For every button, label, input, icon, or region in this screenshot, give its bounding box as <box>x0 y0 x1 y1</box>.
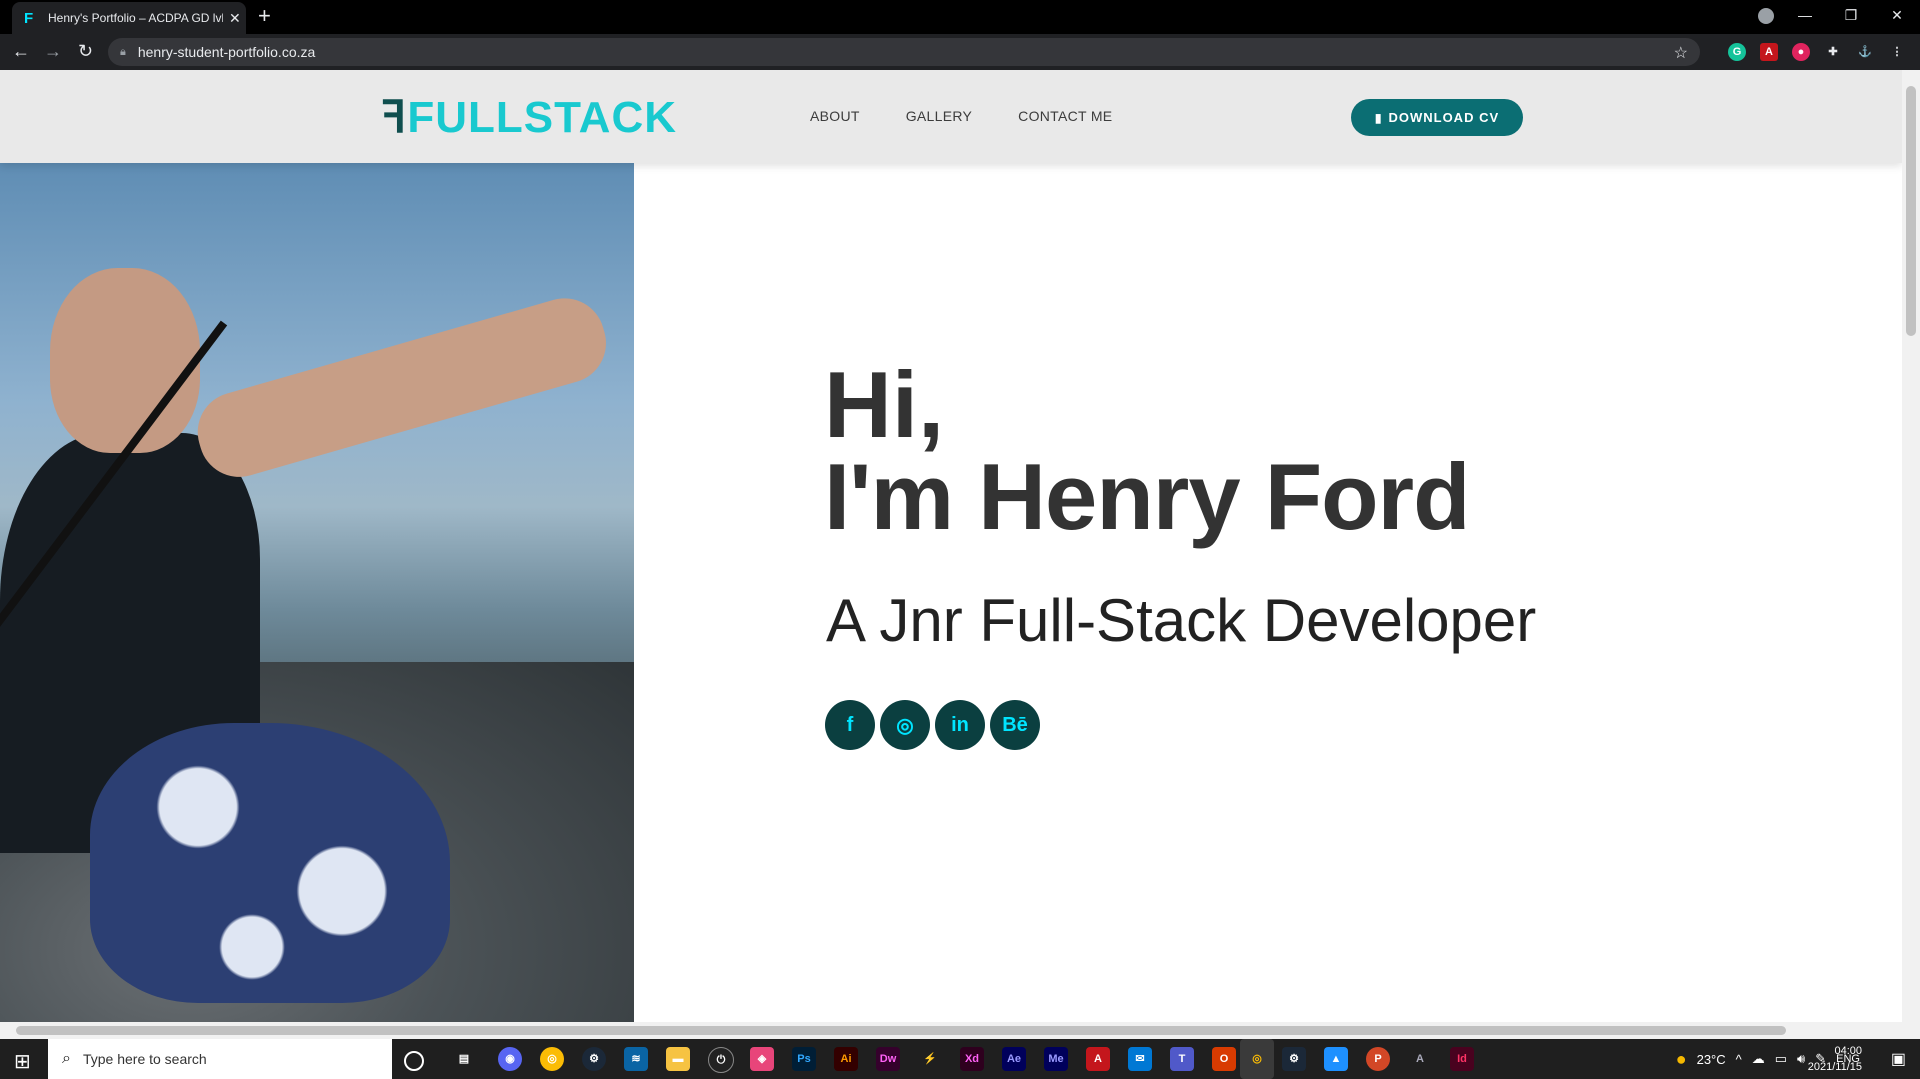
windows-taskbar: ⊞ ⌕ Type here to search ▤ ◉ ◎ ⚙ ≋ ▬ ⏻ ◈ … <box>0 1039 1920 1079</box>
indesign-icon[interactable]: Id <box>1450 1047 1474 1071</box>
photo-person-head <box>50 268 200 453</box>
horizontal-scroll-thumb[interactable] <box>16 1026 1786 1035</box>
teams-icon[interactable]: T <box>1170 1047 1194 1071</box>
photos-icon[interactable]: ▲ <box>1324 1047 1348 1071</box>
notifications-icon[interactable]: ▣ <box>1891 1049 1906 1069</box>
new-tab-button[interactable]: + <box>258 3 271 29</box>
browser-tab-bar: F Henry's Portfolio – ACDPA GD lvl ✕ + —… <box>0 0 1920 34</box>
xd-icon[interactable]: Xd <box>960 1047 984 1071</box>
social-links: f ◎ in Bē <box>825 700 1040 750</box>
powerpoint-icon[interactable]: P <box>1366 1047 1390 1071</box>
profile-icon[interactable] <box>1758 8 1774 24</box>
chrome-menu-icon[interactable]: ⋮ <box>1888 43 1906 61</box>
app-icon[interactable]: ≋ <box>624 1047 648 1071</box>
creative-cloud-icon[interactable]: ◈ <box>750 1047 774 1071</box>
browser-toolbar: ← → ↻ 🔒︎ henry-student-portfolio.co.za ☆… <box>0 34 1920 70</box>
address-bar[interactable]: 🔒︎ henry-student-portfolio.co.za ☆ <box>108 38 1700 66</box>
hero-name: I'm Henry Ford <box>824 444 1471 549</box>
facebook-icon[interactable]: f <box>825 700 875 750</box>
download-cv-button[interactable]: ▮ DOWNLOAD CV <box>1351 99 1523 136</box>
weather-sun-icon[interactable]: ● <box>1676 1049 1687 1070</box>
photo-person-arm <box>188 288 616 487</box>
steam-active-icon[interactable]: ⚙ <box>1282 1047 1306 1071</box>
back-button[interactable]: ← <box>12 41 30 62</box>
instagram-icon[interactable]: ◎ <box>880 700 930 750</box>
lock-icon: 🔒︎ <box>120 45 126 58</box>
minimize-button[interactable]: — <box>1782 7 1828 23</box>
app-a-icon[interactable]: A <box>1408 1047 1432 1071</box>
cortana-icon[interactable] <box>404 1051 424 1071</box>
taskbar-clock[interactable]: 04:00 2021/11/15 <box>1808 1043 1862 1075</box>
site-header: ꟻFULLSTACK ABOUT GALLERY CONTACT ME ▮ DO… <box>0 70 1902 163</box>
tab-close-icon[interactable]: ✕ <box>229 10 241 27</box>
windows-start-icon[interactable]: ⊞ <box>14 1049 31 1074</box>
vertical-scrollbar[interactable] <box>1902 70 1920 1022</box>
document-icon: ▮ <box>1374 110 1383 125</box>
browser-tab[interactable]: F Henry's Portfolio – ACDPA GD lvl ✕ <box>12 2 246 34</box>
after-effects-icon[interactable]: Ae <box>1002 1047 1026 1071</box>
logo-text: FULLSTACK <box>407 93 678 142</box>
nav-about[interactable]: ABOUT <box>810 108 860 124</box>
search-icon: ⌕ <box>62 1050 71 1067</box>
search-placeholder: Type here to search <box>82 1051 207 1067</box>
url-text[interactable]: henry-student-portfolio.co.za <box>138 44 315 60</box>
office-icon[interactable]: O <box>1212 1047 1236 1071</box>
tab-title: Henry's Portfolio – ACDPA GD lvl <box>48 11 223 25</box>
hero-greeting: Hi, <box>824 352 945 457</box>
clock-time: 04:00 <box>1834 1045 1862 1057</box>
reload-button[interactable]: ↻ <box>78 41 93 62</box>
acrobat-icon[interactable]: A <box>1086 1047 1110 1071</box>
steam-icon[interactable]: ⚙ <box>582 1047 606 1071</box>
chrome-icon[interactable]: ◎ <box>540 1047 564 1071</box>
mail-icon[interactable]: ✉ <box>1128 1047 1152 1071</box>
behance-icon[interactable]: Bē <box>990 700 1040 750</box>
site-logo[interactable]: ꟻFULLSTACK <box>381 92 677 143</box>
volume-icon[interactable]: 🔊︎ <box>1797 1051 1805 1067</box>
page-viewport: ꟻFULLSTACK ABOUT GALLERY CONTACT ME ▮ DO… <box>0 70 1902 1022</box>
network-icon[interactable]: ▭ <box>1775 1051 1787 1067</box>
hero-photo <box>0 163 634 1022</box>
adblock-extension-icon[interactable]: ● <box>1792 43 1810 61</box>
hero-role: A Jnr Full-Stack Developer <box>826 587 1537 654</box>
main-nav: ABOUT GALLERY CONTACT ME <box>810 108 1158 124</box>
custom-extension-icon[interactable]: ⚓ <box>1856 43 1874 61</box>
discord-icon[interactable]: ◉ <box>498 1047 522 1071</box>
extensions-puzzle-icon[interactable]: ✚ <box>1824 43 1842 61</box>
forward-button[interactable]: → <box>44 41 62 62</box>
illustrator-icon[interactable]: Ai <box>834 1047 858 1071</box>
horizontal-scrollbar[interactable] <box>0 1022 1920 1039</box>
media-encoder-icon[interactable]: Me <box>1044 1047 1068 1071</box>
task-view-icon[interactable]: ▤ <box>452 1047 476 1071</box>
nav-gallery[interactable]: GALLERY <box>906 108 972 124</box>
taskbar-search[interactable]: ⌕ Type here to search <box>48 1039 392 1079</box>
nav-contact[interactable]: CONTACT ME <box>1018 108 1112 124</box>
dreamweaver-icon[interactable]: Dw <box>876 1047 900 1071</box>
close-window-button[interactable]: ✕ <box>1874 7 1920 24</box>
tab-favicon-icon: F <box>24 9 34 27</box>
linkedin-icon[interactable]: in <box>935 700 985 750</box>
bridge-icon[interactable]: ⚡ <box>918 1047 942 1071</box>
vertical-scroll-thumb[interactable] <box>1906 86 1916 336</box>
acrobat-extension-icon[interactable]: A <box>1760 43 1778 61</box>
bookmark-star-icon[interactable]: ☆ <box>1674 43 1688 63</box>
restore-button[interactable]: ❐ <box>1828 7 1874 24</box>
file-explorer-icon[interactable]: ▬ <box>666 1047 690 1071</box>
logo-mark: ꟻ <box>381 93 408 142</box>
grammarly-extension-icon[interactable]: G <box>1728 43 1746 61</box>
photo-shorts <box>90 723 450 1003</box>
download-cv-label: DOWNLOAD CV <box>1388 110 1500 125</box>
window-controls: — ❐ ✕ <box>1782 0 1920 30</box>
clock-date: 2021/11/15 <box>1807 1061 1862 1073</box>
weather-temperature[interactable]: 23°C <box>1697 1052 1726 1067</box>
tray-chevron-icon[interactable]: ^ <box>1736 1052 1742 1067</box>
cloud-icon[interactable]: ☁ <box>1752 1051 1765 1067</box>
chrome-active-icon[interactable]: ◎ <box>1240 1039 1274 1079</box>
photoshop-icon[interactable]: Ps <box>792 1047 816 1071</box>
power-app-icon[interactable]: ⏻ <box>708 1047 734 1073</box>
